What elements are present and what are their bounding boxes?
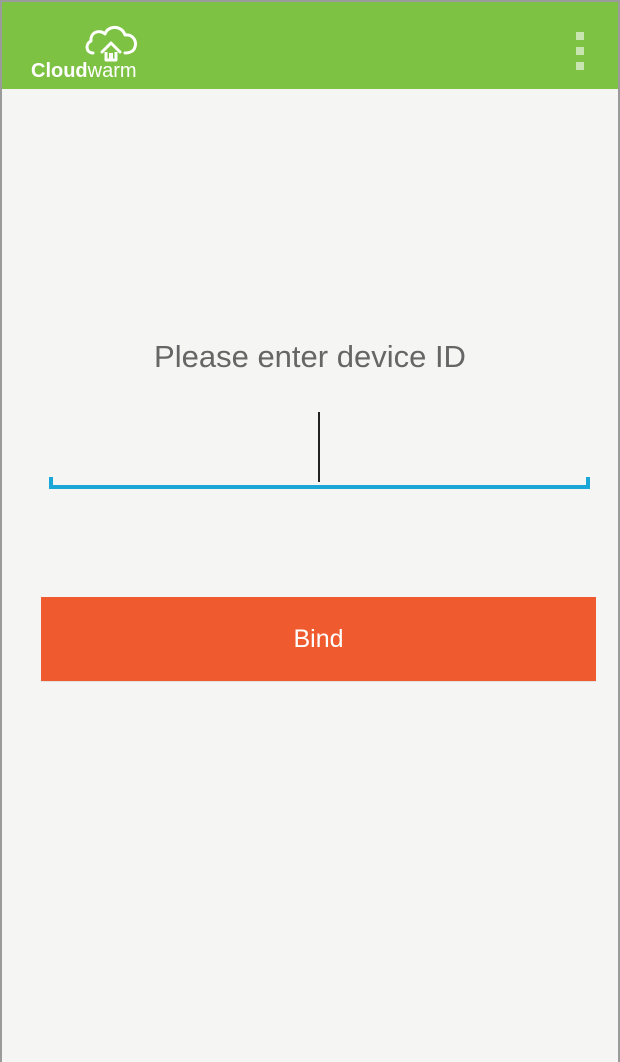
device-id-input-underline (49, 477, 590, 489)
device-id-field-container (49, 405, 590, 489)
brand-name: Cloudwarm (31, 61, 137, 81)
device-id-prompt: Please enter device ID (154, 339, 466, 374)
menu-dot-middle (576, 47, 584, 55)
device-bind-screen: Cloudwarm Please enter device ID Bind (0, 0, 620, 1062)
bind-button[interactable]: Bind (41, 597, 596, 681)
brand-name-secondary: warm (87, 60, 137, 82)
cloud-home-icon (85, 25, 137, 62)
menu-dot-top (576, 32, 584, 40)
cloudwarm-logo: Cloudwarm (25, 22, 155, 81)
brand-name-primary: Cloud (31, 60, 88, 82)
more-vertical-icon[interactable] (575, 32, 585, 70)
text-cursor (318, 412, 320, 482)
device-bind-content: Please enter device ID Bind (2, 89, 618, 1062)
app-bar: Cloudwarm (2, 0, 618, 89)
menu-dot-bottom (576, 62, 584, 70)
